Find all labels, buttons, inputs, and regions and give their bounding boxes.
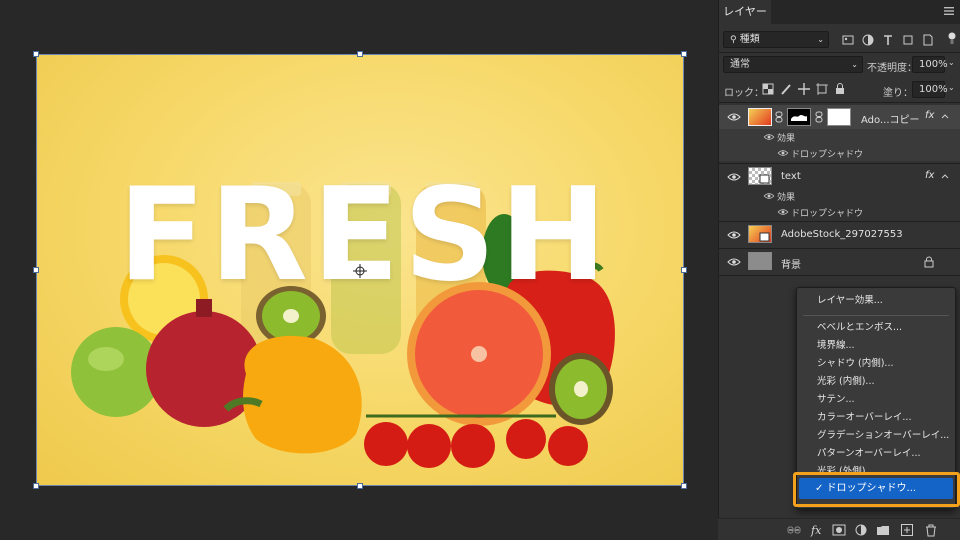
new-layer-icon[interactable] (900, 523, 914, 537)
eye-icon[interactable] (727, 112, 741, 122)
chevron-up-icon[interactable] (941, 173, 949, 179)
chevron-down-icon[interactable]: ⌄ (948, 83, 955, 92)
chevron-down-icon[interactable]: ⌄ (948, 58, 955, 67)
layer-row-text[interactable]: text fx (719, 164, 960, 190)
eye-icon[interactable] (763, 192, 775, 200)
layer-row-background[interactable]: 背景 (719, 249, 960, 275)
layer-name[interactable]: 背景 (781, 256, 801, 271)
search-icon: ⚲ (730, 35, 737, 45)
effect-drop-shadow-row[interactable]: ドロップシャドウ (719, 145, 960, 161)
menu-item-satin[interactable]: サテン... (797, 391, 955, 409)
filter-type-icon[interactable] (881, 33, 895, 47)
adjustment-layer-icon[interactable] (854, 523, 868, 537)
transform-handle[interactable] (681, 51, 687, 57)
eye-icon[interactable] (777, 208, 789, 216)
svg-text:fx: fx (810, 524, 822, 537)
eye-icon[interactable] (777, 149, 789, 157)
tab-layers[interactable]: レイヤー (719, 0, 771, 24)
trash-icon[interactable] (924, 523, 938, 537)
blend-mode-select[interactable]: 通常 ⌄ (723, 56, 863, 73)
effects-row[interactable]: 効果 (719, 129, 960, 145)
eye-icon[interactable] (727, 172, 741, 182)
filter-toggle-icon[interactable] (945, 31, 959, 45)
opacity-label: 不透明度： (867, 63, 917, 74)
effect-label: ドロップシャドウ (791, 150, 864, 160)
effect-label: ドロップシャドウ (791, 209, 864, 219)
filter-adjustment-icon[interactable] (861, 33, 875, 47)
layer-row-adobestock[interactable]: AdobeStock_297027553 (719, 222, 960, 248)
link-icon[interactable] (775, 111, 783, 123)
layer-filter-select[interactable]: ⚲ 種類 ⌄ (723, 31, 829, 48)
chevron-down-icon: ⌄ (851, 60, 858, 69)
blend-mode-value: 通常 (730, 59, 750, 70)
filter-shape-icon[interactable] (901, 33, 915, 47)
transform-handle[interactable] (357, 483, 363, 489)
menu-item-drop-shadow[interactable]: ✓ ドロップシャドウ... (799, 478, 953, 499)
lock-image-icon[interactable] (779, 82, 793, 96)
fill-label: 塗り： (883, 88, 913, 99)
layer-name[interactable]: AdobeStock_297027553 (781, 229, 903, 240)
effects-label: 効果 (777, 134, 796, 144)
filter-smart-object-icon[interactable] (921, 33, 935, 47)
menu-item-pattern-overlay[interactable]: パターンオーバーレイ... (797, 445, 955, 463)
lock-position-icon[interactable] (797, 82, 811, 96)
mask-thumbnail[interactable] (827, 108, 851, 126)
menu-item-inner-shadow[interactable]: シャドウ (内側)... (797, 355, 955, 373)
layer-thumbnail (748, 225, 772, 243)
folder-icon[interactable] (876, 523, 890, 537)
lock-all-icon[interactable] (833, 82, 847, 96)
layer-thumbnail (748, 108, 772, 126)
link-layers-icon[interactable] (787, 523, 801, 537)
smart-object-icon (759, 232, 770, 242)
lock-icon[interactable] (924, 256, 934, 268)
menu-item-gradient-overlay[interactable]: グラデーションオーバーレイ... (797, 427, 955, 445)
lock-label: ロック： (724, 88, 764, 99)
eye-icon[interactable] (727, 230, 741, 240)
menu-item-bevel-emboss[interactable]: ベベルとエンボス... (797, 319, 955, 337)
canvas-area[interactable]: FRESH (0, 0, 718, 540)
eye-icon[interactable] (727, 257, 741, 267)
mask-thumbnail[interactable] (787, 108, 811, 126)
menu-item-layer-effects[interactable]: レイヤー効果... (797, 292, 955, 310)
fx-icon[interactable]: fx (810, 523, 824, 537)
chevron-down-icon: ⌄ (817, 35, 824, 44)
fx-icon[interactable]: fx (925, 170, 934, 181)
effect-drop-shadow-row[interactable]: ドロップシャドウ (719, 204, 960, 220)
layer-row-copy[interactable]: Ado...コピー fx (719, 105, 960, 129)
transform-handle[interactable] (681, 483, 687, 489)
eye-icon[interactable] (763, 133, 775, 141)
transform-handle[interactable] (33, 51, 39, 57)
menu-item-stroke[interactable]: 境界線... (797, 337, 955, 355)
chevron-up-icon[interactable] (941, 113, 949, 119)
panel-menu-icon[interactable] (944, 6, 954, 16)
lock-transparency-icon[interactable] (761, 82, 775, 96)
layers-panel-footer: fx (718, 518, 960, 540)
transform-handle[interactable] (33, 483, 39, 489)
reference-point-icon[interactable] (353, 264, 367, 278)
lock-artboard-icon[interactable] (815, 82, 829, 96)
opacity-input[interactable]: 100% (912, 56, 948, 73)
filter-pixel-icon[interactable] (841, 33, 855, 47)
effects-label: 効果 (777, 193, 796, 203)
headline-text[interactable]: FRESH (118, 172, 618, 300)
panel-tab-bar: レイヤー (719, 0, 960, 24)
fill-input[interactable]: 100% (912, 81, 948, 98)
transform-handle[interactable] (357, 51, 363, 57)
transform-handle[interactable] (681, 267, 687, 273)
menu-item-color-overlay[interactable]: カラーオーバーレイ... (797, 409, 955, 427)
layer-thumbnail (748, 167, 772, 185)
layer-name[interactable]: text (781, 171, 801, 182)
effects-row[interactable]: 効果 (719, 188, 960, 204)
transform-handle[interactable] (33, 267, 39, 273)
menu-item-inner-glow[interactable]: 光彩 (内側)... (797, 373, 955, 391)
photoshop-window: FRESH レイヤー ⚲ 種類 ⌄ 通常 ⌄ 不透明度： 100% ⌄ ロック：… (0, 0, 960, 540)
layer-thumbnail (748, 252, 772, 270)
layer-name[interactable]: Ado...コピー (861, 111, 920, 126)
link-icon[interactable] (815, 111, 823, 123)
smart-object-icon (759, 174, 770, 184)
fx-icon[interactable]: fx (925, 110, 934, 121)
add-mask-icon[interactable] (832, 523, 846, 537)
filter-value: 種類 (739, 34, 760, 45)
